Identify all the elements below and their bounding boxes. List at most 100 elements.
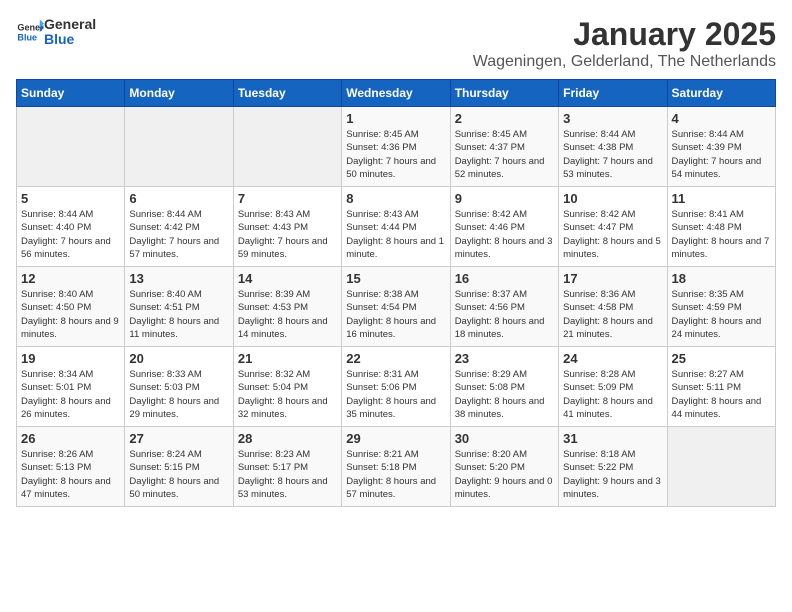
- day-number: 17: [563, 271, 662, 286]
- day-detail: Sunrise: 8:41 AMSunset: 4:48 PMDaylight:…: [672, 208, 771, 261]
- day-number: 19: [21, 351, 120, 366]
- day-cell: [125, 107, 233, 187]
- day-number: 3: [563, 111, 662, 126]
- day-cell: 18 Sunrise: 8:35 AMSunset: 4:59 PMDayligh…: [667, 267, 775, 347]
- day-cell: 24Sunrise: 8:28 AMSunset: 5:09 PMDayligh…: [559, 347, 667, 427]
- day-detail: Sunrise: 8:40 AMSunset: 4:51 PMDaylight:…: [129, 288, 228, 341]
- calendar-subtitle: Wageningen, Gelderland, The Netherlands: [473, 53, 776, 71]
- day-number: 31: [563, 431, 662, 446]
- day-number: 27: [129, 431, 228, 446]
- header-row: SundayMondayTuesdayWednesdayThursdayFrid…: [17, 80, 776, 107]
- calendar-title: January 2025: [473, 16, 776, 53]
- day-number: 16: [455, 271, 554, 286]
- day-detail: Sunrise: 8:31 AMSunset: 5:06 PMDaylight:…: [346, 368, 445, 421]
- day-cell: 1 Sunrise: 8:45 AMSunset: 4:36 PMDaylight…: [342, 107, 450, 187]
- day-cell: 30 Sunrise: 8:20 AMSunset: 5:20 PMDayligh…: [450, 427, 558, 507]
- day-cell: 6 Sunrise: 8:44 AMSunset: 4:42 PMDaylight…: [125, 187, 233, 267]
- day-cell: 11 Sunrise: 8:41 AMSunset: 4:48 PMDayligh…: [667, 187, 775, 267]
- svg-text:Blue: Blue: [17, 32, 37, 42]
- day-number: 10: [563, 191, 662, 206]
- week-row-2: 5Sunrise: 8:44 AMSunset: 4:40 PMDaylight…: [17, 187, 776, 267]
- day-cell: 9 Sunrise: 8:42 AMSunset: 4:46 PMDaylight…: [450, 187, 558, 267]
- day-cell: 8 Sunrise: 8:43 AMSunset: 4:44 PMDaylight…: [342, 187, 450, 267]
- logo-blue-text: Blue: [44, 31, 96, 48]
- day-detail: Sunrise: 8:44 AMSunset: 4:42 PMDaylight:…: [129, 208, 228, 261]
- day-cell: 19 Sunrise: 8:34 AMSunset: 5:01 PMDayligh…: [17, 347, 125, 427]
- day-number: 9: [455, 191, 554, 206]
- day-detail: Sunrise: 8:20 AMSunset: 5:20 PMDaylight:…: [455, 448, 554, 501]
- day-detail: Sunrise: 8:21 AMSunset: 5:18 PMDaylight:…: [346, 448, 445, 501]
- column-header-saturday: Saturday: [667, 80, 775, 107]
- day-detail: Sunrise: 8:42 AMSunset: 4:47 PMDaylight:…: [563, 208, 662, 261]
- logo-icon: General Blue: [16, 18, 44, 46]
- day-number: 2: [455, 111, 554, 126]
- day-number: 7: [238, 191, 337, 206]
- day-number: 22: [346, 351, 445, 366]
- day-detail: Sunrise: 8:36 AMSunset: 4:58 PMDaylight:…: [563, 288, 662, 341]
- day-number: 1: [346, 111, 445, 126]
- day-detail: Sunrise: 8:44 AMSunset: 4:39 PMDaylight:…: [672, 128, 771, 181]
- day-cell: 10 Sunrise: 8:42 AMSunset: 4:47 PMDayligh…: [559, 187, 667, 267]
- day-number: 4: [672, 111, 771, 126]
- day-number: 8: [346, 191, 445, 206]
- day-cell: 21Sunrise: 8:32 AMSunset: 5:04 PMDayligh…: [233, 347, 341, 427]
- day-detail: Sunrise: 8:42 AMSunset: 4:46 PMDaylight:…: [455, 208, 554, 261]
- day-cell: 13 Sunrise: 8:40 AMSunset: 4:51 PMDayligh…: [125, 267, 233, 347]
- day-cell: 2Sunrise: 8:45 AMSunset: 4:37 PMDaylight…: [450, 107, 558, 187]
- day-detail: Sunrise: 8:39 AMSunset: 4:53 PMDaylight:…: [238, 288, 337, 341]
- day-detail: Sunrise: 8:43 AMSunset: 4:44 PMDaylight:…: [346, 208, 445, 261]
- day-cell: 28 Sunrise: 8:23 AMSunset: 5:17 PMDayligh…: [233, 427, 341, 507]
- day-cell: 7 Sunrise: 8:43 AMSunset: 4:43 PMDaylight…: [233, 187, 341, 267]
- calendar-table: SundayMondayTuesdayWednesdayThursdayFrid…: [16, 79, 776, 507]
- calendar-header: SundayMondayTuesdayWednesdayThursdayFrid…: [17, 80, 776, 107]
- day-cell: 17 Sunrise: 8:36 AMSunset: 4:58 PMDayligh…: [559, 267, 667, 347]
- day-detail: Sunrise: 8:27 AMSunset: 5:11 PMDaylight:…: [672, 368, 771, 421]
- day-cell: 29 Sunrise: 8:21 AMSunset: 5:18 PMDayligh…: [342, 427, 450, 507]
- day-number: 23: [455, 351, 554, 366]
- column-header-friday: Friday: [559, 80, 667, 107]
- day-detail: Sunrise: 8:44 AMSunset: 4:40 PMDaylight:…: [21, 208, 120, 261]
- day-detail: Sunrise: 8:45 AMSunset: 4:36 PMDaylight:…: [346, 128, 445, 181]
- day-detail: Sunrise: 8:38 AMSunset: 4:54 PMDaylight:…: [346, 288, 445, 341]
- day-detail: Sunrise: 8:33 AMSunset: 5:03 PMDaylight:…: [129, 368, 228, 421]
- week-row-1: 1 Sunrise: 8:45 AMSunset: 4:36 PMDaylight…: [17, 107, 776, 187]
- day-number: 11: [672, 191, 771, 206]
- day-cell: 31Sunrise: 8:18 AMSunset: 5:22 PMDayligh…: [559, 427, 667, 507]
- day-cell: 23Sunrise: 8:29 AMSunset: 5:08 PMDayligh…: [450, 347, 558, 427]
- day-number: 28: [238, 431, 337, 446]
- day-cell: 16Sunrise: 8:37 AMSunset: 4:56 PMDayligh…: [450, 267, 558, 347]
- day-cell: 27Sunrise: 8:24 AMSunset: 5:15 PMDayligh…: [125, 427, 233, 507]
- day-cell: 12 Sunrise: 8:40 AMSunset: 4:50 PMDayligh…: [17, 267, 125, 347]
- day-number: 12: [21, 271, 120, 286]
- day-cell: [17, 107, 125, 187]
- day-number: 30: [455, 431, 554, 446]
- day-detail: Sunrise: 8:43 AMSunset: 4:43 PMDaylight:…: [238, 208, 337, 261]
- logo: General Blue General Blue: [16, 16, 96, 48]
- column-header-sunday: Sunday: [17, 80, 125, 107]
- day-cell: 14 Sunrise: 8:39 AMSunset: 4:53 PMDayligh…: [233, 267, 341, 347]
- column-header-wednesday: Wednesday: [342, 80, 450, 107]
- day-number: 15: [346, 271, 445, 286]
- calendar-body: 1 Sunrise: 8:45 AMSunset: 4:36 PMDaylight…: [17, 107, 776, 507]
- day-number: 24: [563, 351, 662, 366]
- day-cell: 20 Sunrise: 8:33 AMSunset: 5:03 PMDayligh…: [125, 347, 233, 427]
- day-number: 25: [672, 351, 771, 366]
- day-cell: 15 Sunrise: 8:38 AMSunset: 4:54 PMDayligh…: [342, 267, 450, 347]
- day-detail: Sunrise: 8:35 AMSunset: 4:59 PMDaylight:…: [672, 288, 771, 341]
- day-number: 13: [129, 271, 228, 286]
- day-number: 20: [129, 351, 228, 366]
- day-detail: Sunrise: 8:23 AMSunset: 5:17 PMDaylight:…: [238, 448, 337, 501]
- day-detail: Sunrise: 8:40 AMSunset: 4:50 PMDaylight:…: [21, 288, 120, 341]
- day-cell: 26Sunrise: 8:26 AMSunset: 5:13 PMDayligh…: [17, 427, 125, 507]
- day-cell: [233, 107, 341, 187]
- header: General Blue General Blue January 2025 W…: [16, 16, 776, 71]
- day-number: 6: [129, 191, 228, 206]
- title-area: January 2025 Wageningen, Gelderland, The…: [473, 16, 776, 71]
- day-cell: 5Sunrise: 8:44 AMSunset: 4:40 PMDaylight…: [17, 187, 125, 267]
- week-row-4: 19 Sunrise: 8:34 AMSunset: 5:01 PMDayligh…: [17, 347, 776, 427]
- column-header-tuesday: Tuesday: [233, 80, 341, 107]
- day-number: 18: [672, 271, 771, 286]
- day-number: 29: [346, 431, 445, 446]
- day-detail: Sunrise: 8:34 AMSunset: 5:01 PMDaylight:…: [21, 368, 120, 421]
- day-number: 14: [238, 271, 337, 286]
